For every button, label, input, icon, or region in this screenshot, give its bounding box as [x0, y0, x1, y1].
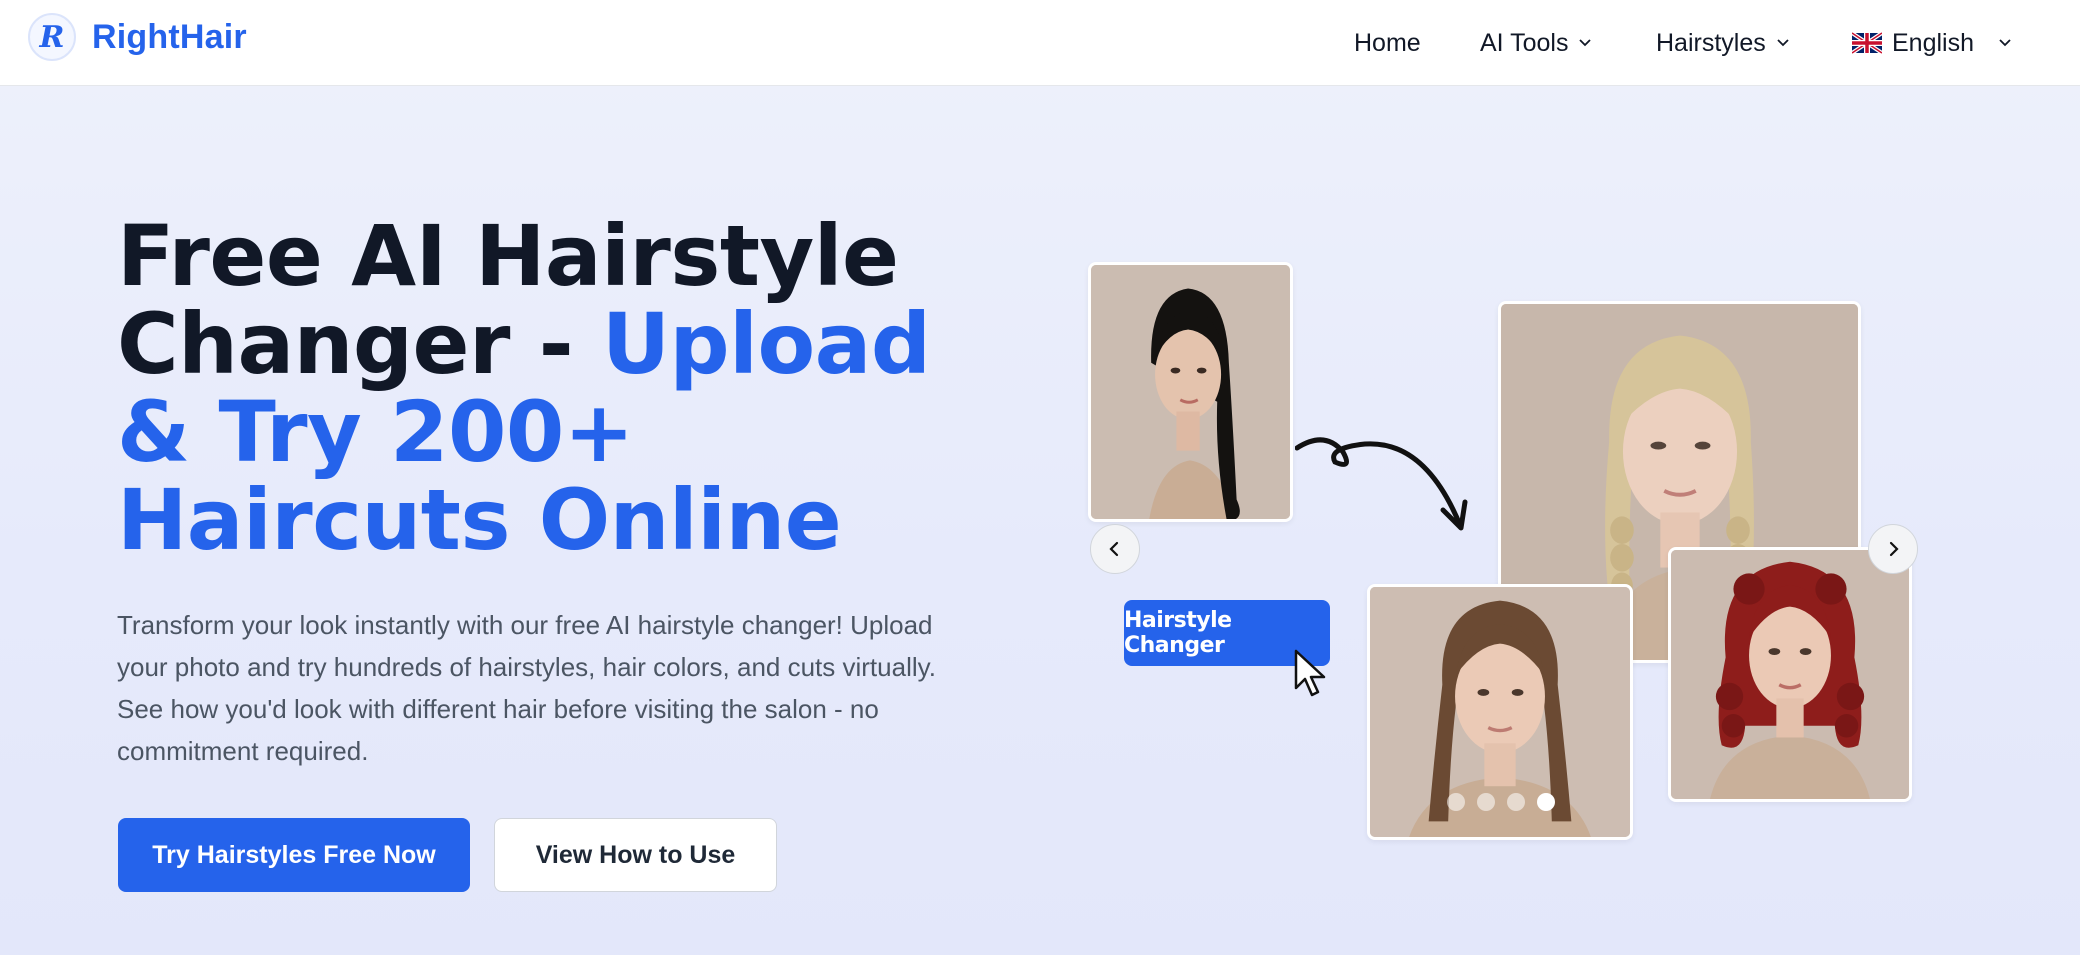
- chevron-down-icon: [1999, 39, 2011, 47]
- carousel-dot[interactable]: [1507, 793, 1525, 811]
- original-ponytail-photo: [1088, 262, 1293, 522]
- carousel-prev-button[interactable]: [1090, 524, 1140, 574]
- view-how-to-use-button[interactable]: View How to Use: [494, 818, 777, 892]
- brand-logo[interactable]: R RightHair: [28, 13, 247, 61]
- chevron-left-icon: [1109, 541, 1119, 557]
- try-hairstyles-button[interactable]: Try Hairstyles Free Now: [118, 818, 470, 892]
- site-header: R RightHair Home AI Tools Hairstyles Eng…: [0, 0, 2080, 86]
- chevron-down-icon: [1579, 39, 1592, 47]
- language-selector[interactable]: English: [1852, 29, 2012, 58]
- chevron-right-icon: [1889, 541, 1899, 557]
- nav-hairstyles[interactable]: Hairstyles: [1656, 29, 1790, 58]
- nav-home[interactable]: Home: [1354, 29, 1421, 58]
- chevron-down-icon: [1777, 39, 1789, 47]
- carousel-dot-active[interactable]: [1537, 793, 1555, 811]
- carousel-dots: [1447, 793, 1555, 811]
- nav-ai-tools[interactable]: AI Tools: [1480, 29, 1592, 58]
- carousel-dot[interactable]: [1477, 793, 1495, 811]
- curved-arrow-icon: [1295, 437, 1468, 531]
- hero-description: Transform your look instantly with our f…: [117, 610, 936, 766]
- nav-hairstyles-label: Hairstyles: [1656, 28, 1766, 57]
- nav-ai-tools-label: AI Tools: [1480, 28, 1569, 57]
- brand-name: RightHair: [92, 17, 247, 56]
- carousel-next-button[interactable]: [1868, 524, 1918, 574]
- nav-home-label: Home: [1354, 28, 1421, 57]
- hero-title: Free AI Hairstyle Changer - Upload & Try…: [117, 212, 1017, 564]
- uk-flag-icon: [1852, 32, 1882, 54]
- logo-icon: R: [28, 13, 76, 61]
- language-label: English: [1892, 28, 1974, 57]
- mouse-cursor-icon: [1294, 649, 1326, 697]
- red-curly-hair-photo: [1668, 547, 1912, 802]
- carousel-dot[interactable]: [1447, 793, 1465, 811]
